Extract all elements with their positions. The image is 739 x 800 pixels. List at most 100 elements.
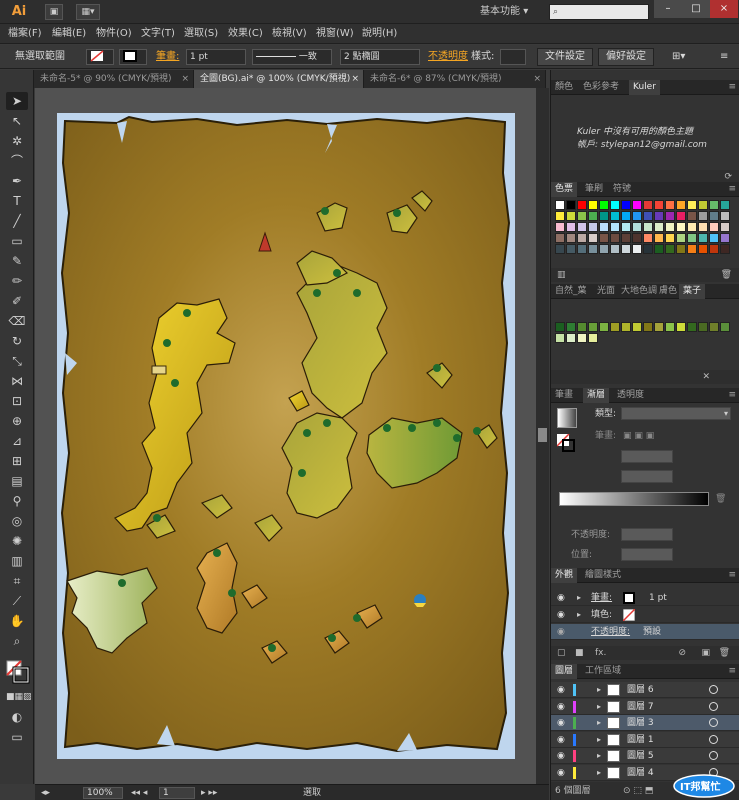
color-swatch[interactable] <box>566 233 576 243</box>
panel-menu-icon[interactable]: ≡ <box>728 80 736 95</box>
tab-layers[interactable]: 圖層 <box>551 664 578 679</box>
color-swatch[interactable] <box>588 222 598 232</box>
color-swatch[interactable] <box>720 222 730 232</box>
menu-file[interactable]: 檔案(F) <box>8 27 42 41</box>
color-swatch[interactable] <box>621 222 631 232</box>
leaf-swatch[interactable] <box>599 322 609 332</box>
color-swatch[interactable] <box>643 211 653 221</box>
aspect-ratio-field[interactable] <box>621 470 673 483</box>
clear-appearance-icon[interactable]: ⊘ <box>678 647 686 659</box>
hand-tool-icon[interactable]: ✋ <box>6 612 28 630</box>
color-swatch[interactable] <box>555 233 565 243</box>
color-swatch[interactable] <box>632 200 642 210</box>
panel-menu-icon[interactable]: ≡ <box>720 50 728 64</box>
leaf-swatch[interactable] <box>577 333 587 343</box>
color-swatch[interactable] <box>676 222 686 232</box>
color-swatch[interactable] <box>676 200 686 210</box>
layer-row[interactable]: ◉ ▸ 圖層 5 <box>551 748 739 764</box>
expand-icon[interactable]: ▸ <box>597 684 601 696</box>
zoom-level-field[interactable]: 100% <box>83 787 123 799</box>
zoom-tool-icon[interactable]: ⌕ <box>6 632 28 650</box>
no-fill-icon[interactable] <box>623 609 635 621</box>
layer-row[interactable]: ◉ ▸ 圖層 1 <box>551 731 739 748</box>
tab-full-map[interactable]: 全圖(BG).ai* @ 100% (CMYK/預視) × <box>194 70 364 88</box>
tab-brushes[interactable]: 筆刷 <box>581 182 607 197</box>
color-swatch[interactable] <box>709 211 719 221</box>
fill-color-picker[interactable] <box>86 49 114 65</box>
layer-row[interactable]: ◉ ▸ 圖層 7 <box>551 698 739 715</box>
color-swatch[interactable] <box>709 244 719 254</box>
tab-natural-leaves[interactable]: 自然_葉 <box>551 284 591 299</box>
expand-icon[interactable]: ▸ <box>577 609 581 621</box>
leaf-swatch[interactable] <box>621 322 631 332</box>
layer-row[interactable]: ◉ ▸ 圖層 6 <box>551 682 739 698</box>
color-swatch[interactable] <box>687 244 697 254</box>
target-icon[interactable] <box>709 718 718 727</box>
direct-selection-tool-icon[interactable]: ↖ <box>6 112 28 130</box>
target-icon[interactable] <box>709 734 718 744</box>
color-swatch[interactable] <box>698 244 708 254</box>
color-swatch[interactable] <box>599 233 609 243</box>
width-tool-icon[interactable]: ⋈ <box>6 372 28 390</box>
tab-gradient[interactable]: 漸層 <box>583 388 610 403</box>
color-swatch[interactable] <box>676 244 686 254</box>
new-fill-icon[interactable]: ■ <box>575 647 584 659</box>
tab-untitled-5[interactable]: 未命名-5* @ 90% (CMYK/預視) × <box>34 70 194 88</box>
color-swatch[interactable] <box>599 211 609 221</box>
slice-tool-icon[interactable]: ⟋ <box>6 592 28 610</box>
perspective-grid-tool-icon[interactable]: ⊿ <box>6 432 28 450</box>
leaf-swatch[interactable] <box>665 322 675 332</box>
pencil-tool-icon[interactable]: ✏ <box>6 272 28 290</box>
color-swatch[interactable] <box>698 222 708 232</box>
gradient-preview[interactable] <box>557 408 577 428</box>
leaf-swatch[interactable] <box>687 322 697 332</box>
color-swatch[interactable] <box>555 244 565 254</box>
leaf-swatch[interactable] <box>555 322 565 332</box>
help-search-input[interactable]: ⌕ <box>549 4 649 20</box>
color-swatch[interactable] <box>665 200 675 210</box>
color-swatch[interactable] <box>621 233 631 243</box>
color-swatch[interactable] <box>577 233 587 243</box>
stroke-weight-input[interactable]: 1 pt <box>186 49 246 65</box>
current-tool-status[interactable]: 選取 <box>303 787 321 799</box>
color-swatch[interactable] <box>632 211 642 221</box>
leaf-swatch[interactable] <box>698 322 708 332</box>
tab-leaves[interactable]: 葉子 <box>679 284 706 299</box>
color-swatch[interactable] <box>687 200 697 210</box>
preferences-button[interactable]: 偏好設定 <box>598 48 654 66</box>
tab-graphic-styles[interactable]: 繪圖樣式 <box>581 568 625 583</box>
color-swatch[interactable] <box>643 222 653 232</box>
tab-symbols[interactable]: 符號 <box>609 182 635 197</box>
layer-row[interactable]: ◉ ▸ 圖層 3 <box>551 715 739 731</box>
blend-tool-icon[interactable]: ◎ <box>6 512 28 530</box>
symbol-sprayer-tool-icon[interactable]: ✺ <box>6 532 28 550</box>
panel-menu-icon[interactable]: ≡ <box>728 182 736 197</box>
menu-edit[interactable]: 編輯(E) <box>52 27 86 41</box>
magic-wand-tool-icon[interactable]: ✲ <box>6 132 28 150</box>
color-swatch[interactable] <box>643 233 653 243</box>
color-swatch[interactable] <box>698 211 708 221</box>
color-swatch[interactable] <box>643 244 653 254</box>
leaf-swatch-grid[interactable] <box>555 322 735 348</box>
expand-icon[interactable]: ▸ <box>597 767 601 779</box>
color-swatch[interactable] <box>621 244 631 254</box>
angle-field[interactable] <box>621 450 673 463</box>
color-swatch[interactable] <box>665 211 675 221</box>
leaf-swatch[interactable] <box>588 333 598 343</box>
color-swatch[interactable] <box>577 200 587 210</box>
fill-stroke-widget[interactable] <box>6 660 30 684</box>
color-swatch[interactable] <box>632 222 642 232</box>
leaf-swatch[interactable] <box>566 322 576 332</box>
target-icon[interactable] <box>709 751 718 760</box>
appearance-stroke-label[interactable]: 筆畫: <box>591 592 612 604</box>
leaf-swatch[interactable] <box>643 322 653 332</box>
appearance-stroke-row[interactable]: ◉ ▸ 筆畫: 1 pt <box>551 590 739 606</box>
duplicate-item-icon[interactable]: ▣ <box>701 647 710 659</box>
stroke-gradient-options[interactable]: ▣ ▣ ▣ <box>623 430 654 442</box>
appearance-fill-row[interactable]: ◉ ▸ 填色: <box>551 607 739 623</box>
color-swatch[interactable] <box>599 244 609 254</box>
color-swatch[interactable] <box>621 200 631 210</box>
color-swatch[interactable] <box>665 222 675 232</box>
tab-artboards[interactable]: 工作區域 <box>581 664 625 679</box>
expand-icon[interactable]: ▸ <box>597 717 601 729</box>
